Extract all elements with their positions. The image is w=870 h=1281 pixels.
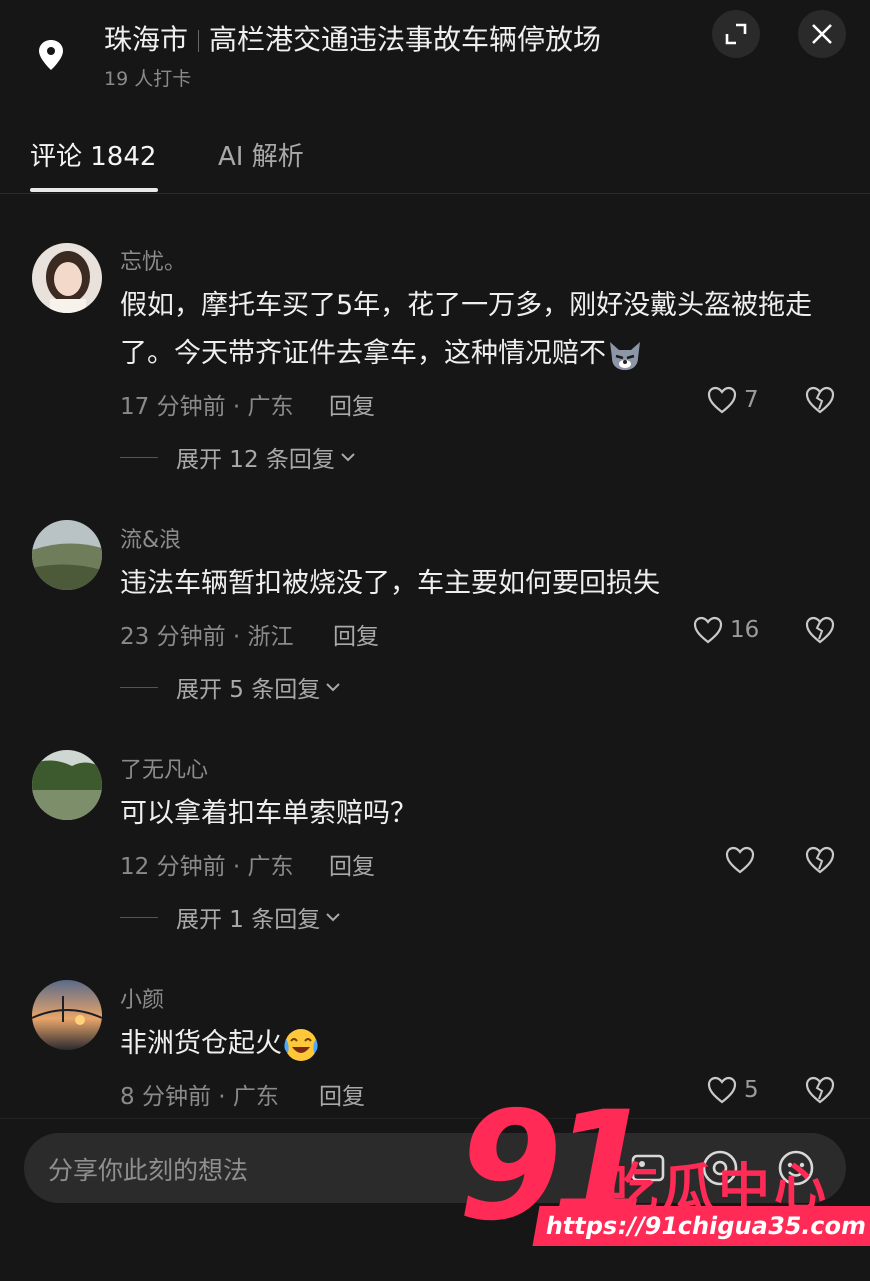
reply-button[interactable]: 回复 [319,1077,365,1111]
watermark-url: https://91chigua35.com [532,1206,870,1246]
broken-heart-icon[interactable] [804,385,836,415]
avatar[interactable] [32,750,102,820]
like-button[interactable]: 16 [692,615,759,645]
expand-divider [120,456,158,458]
comment-meta: 8 分钟前 · 广东 [120,1084,279,1110]
comment-meta: 23 分钟前 · 浙江 [120,624,294,650]
username[interactable]: 了无凡心 [120,752,208,784]
expand-replies[interactable]: 展开 5 条回复 [120,670,342,704]
expand-replies-label: 展开 12 条回复 [176,447,335,473]
like-button[interactable]: 7 [706,385,759,415]
crying-laughing-emoji-icon [284,1028,318,1061]
chevron-down-icon [326,683,340,692]
avatar[interactable] [32,980,102,1050]
comment-text: 违法车辆暂扣被烧没了，车主要如何要回损失 [120,568,660,599]
expand-button[interactable] [712,10,760,58]
comment-text: 假如，摩托车买了5年，花了一万多，刚好没戴头盔被拖走了。今天带齐证件去拿车，这种… [120,282,840,378]
like-count: 16 [730,617,760,643]
comment-meta: 12 分钟前 · 广东 [120,854,294,880]
expand-divider [120,686,158,688]
comment-text: 非洲货仓起火 [120,1020,840,1068]
reply-button[interactable]: 回复 [329,847,375,881]
expand-replies-label: 展开 5 条回复 [176,677,321,703]
expand-divider [120,916,158,918]
username[interactable]: 忘忧。 [120,244,186,276]
comment-input-placeholder: 分享你此刻的想法 [48,1156,249,1185]
comment-text-body: 假如，摩托车买了5年，花了一万多，刚好没戴头盔被拖走了。今天带齐证件去拿车，这种… [120,290,813,369]
like-count: 7 [744,387,759,413]
active-tab-indicator [30,188,158,192]
comment-text: 可以拿着扣车单索赔吗？ [120,798,417,829]
avatar[interactable] [32,243,102,313]
tab-comments[interactable]: 评论 1842 [30,136,156,173]
heart-icon [725,846,755,874]
comment-text-body: 非洲货仓起火 [120,1028,282,1059]
expand-replies[interactable]: 展开 12 条回复 [120,440,357,474]
heart-icon [693,616,723,644]
city-name: 珠海市 [104,23,189,56]
tab-bar: 评论 1842 AI 解析 [0,118,870,194]
like-button[interactable] [724,845,762,875]
location-header: 珠海市 高栏港交通违法事故车辆停放场 19 人打卡 [0,0,870,110]
watermark-logo: 91 吃瓜中心 https://91chigua35.com [458,1092,870,1268]
place-name: 高栏港交通违法事故车辆停放场 [209,23,602,56]
chevron-down-icon [341,453,355,462]
chevron-down-icon [326,913,340,922]
username[interactable]: 小颜 [120,982,164,1014]
title-divider [198,30,200,52]
close-icon [812,24,832,44]
wolf-emoji-icon [610,341,640,370]
checkin-count: 19 人打卡 [104,68,192,90]
expand-icon [725,23,747,45]
location-title[interactable]: 珠海市 高栏港交通违法事故车辆停放场 [104,18,601,58]
location-pin-icon [39,40,63,70]
expand-replies[interactable]: 展开 1 条回复 [120,900,342,934]
close-button[interactable] [798,10,846,58]
broken-heart-icon[interactable] [804,845,836,875]
tab-ai-analysis[interactable]: AI 解析 [218,136,304,173]
username[interactable]: 流&浪 [120,522,181,554]
reply-button[interactable]: 回复 [329,387,375,421]
avatar[interactable] [32,520,102,590]
reply-button[interactable]: 回复 [333,617,379,651]
broken-heart-icon[interactable] [804,615,836,645]
heart-icon [707,386,737,414]
comment-meta: 17 分钟前 · 广东 [120,394,294,420]
expand-replies-label: 展开 1 条回复 [176,907,321,933]
